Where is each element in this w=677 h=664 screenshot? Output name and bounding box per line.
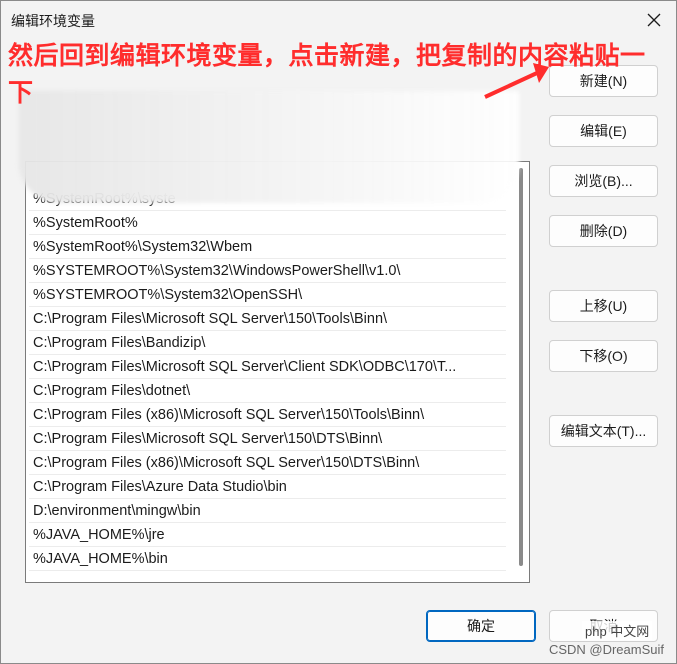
- ok-button[interactable]: 确定: [426, 610, 536, 642]
- path-list-item[interactable]: C:\Program Files\dotnet\: [29, 379, 506, 403]
- edit-text-button[interactable]: 编辑文本(T)...: [549, 415, 658, 447]
- path-list[interactable]: %SystemRoot%\syste%SystemRoot%%SystemRoo…: [25, 161, 530, 583]
- path-list-item[interactable]: C:\Program Files\Microsoft SQL Server\15…: [29, 307, 506, 331]
- move-up-button[interactable]: 上移(U): [549, 290, 658, 322]
- browse-button[interactable]: 浏览(B)...: [549, 165, 658, 197]
- annotation-arrow-icon: [484, 63, 549, 99]
- path-list-item[interactable]: C:\Program Files (x86)\Microsoft SQL Ser…: [29, 403, 506, 427]
- watermark-credit: CSDN @DreamSuif: [548, 642, 664, 657]
- path-list-item[interactable]: %SYSTEMROOT%\System32\OpenSSH\: [29, 283, 506, 307]
- path-list-item[interactable]: C:\Program Files (x86)\Microsoft SQL Ser…: [29, 451, 506, 475]
- move-down-button[interactable]: 下移(O): [549, 340, 658, 372]
- path-list-item[interactable]: %JAVA_HOME%\jre: [29, 523, 506, 547]
- edit-env-variable-dialog: 编辑环境变量 %SystemRoot%\syste%SystemRoot%%Sy…: [0, 0, 677, 664]
- delete-button[interactable]: 删除(D): [549, 215, 658, 247]
- path-list-item[interactable]: C:\Program Files\Microsoft SQL Server\15…: [29, 427, 506, 451]
- path-list-item[interactable]: %SystemRoot%\System32\Wbem: [29, 235, 506, 259]
- path-list-item[interactable]: D:\environment\mingw\bin: [29, 499, 506, 523]
- path-list-item[interactable]: %JAVA_HOME%\bin: [29, 547, 506, 571]
- path-list-item[interactable]: C:\Program Files\Azure Data Studio\bin: [29, 475, 506, 499]
- list-scrollbar[interactable]: [519, 168, 523, 566]
- close-button[interactable]: [640, 7, 668, 33]
- dialog-title: 编辑环境变量: [11, 13, 95, 29]
- close-icon: [647, 13, 661, 27]
- title-bar: 编辑环境变量: [1, 1, 676, 39]
- edit-button[interactable]: 编辑(E): [549, 115, 658, 147]
- path-list-item[interactable]: C:\Program Files\Bandizip\: [29, 331, 506, 355]
- path-list-item[interactable]: C:\Program Files\Microsoft SQL Server\Cl…: [29, 355, 506, 379]
- watermark-logo: php 中文网: [582, 621, 653, 640]
- tutorial-annotation: 然后回到编辑环境变量，点击新建，把复制的内容粘贴一下: [8, 42, 646, 107]
- path-list-item[interactable]: %SYSTEMROOT%\System32\WindowsPowerShell\…: [29, 259, 506, 283]
- path-list-item[interactable]: %SystemRoot%: [29, 211, 506, 235]
